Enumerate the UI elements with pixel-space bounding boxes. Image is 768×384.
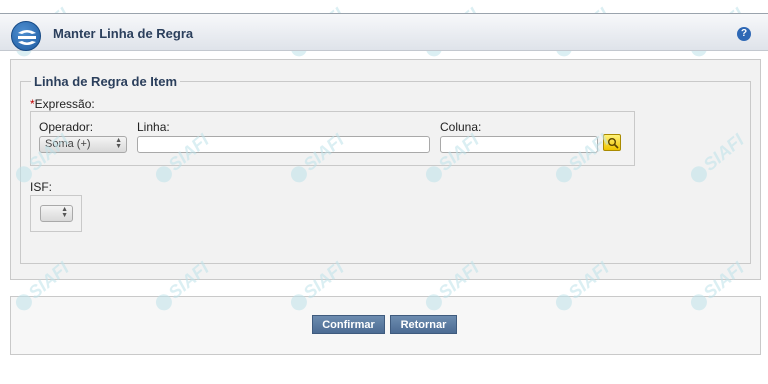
select-arrows-icon: ▲ ▼ xyxy=(61,206,68,219)
isf-select[interactable]: ▲ ▼ xyxy=(40,205,73,222)
search-icon[interactable] xyxy=(603,134,621,151)
help-icon[interactable]: ? xyxy=(737,27,751,41)
operator-select[interactable]: Soma (+) ▲ ▼ xyxy=(39,136,127,153)
siafi-logo-icon xyxy=(11,21,41,51)
operator-label: Operador: xyxy=(39,120,94,134)
line-input[interactable] xyxy=(137,136,430,153)
page-header: Manter Linha de Regra ? xyxy=(0,13,768,51)
expression-box: Operador: Soma (+) ▲ ▼ Linha: Coluna: xyxy=(30,111,635,166)
rule-line-fieldset: Linha de Regra de Item xyxy=(20,74,751,264)
line-label: Linha: xyxy=(137,120,170,134)
form-panel: Linha de Regra de Item *Expressão: Opera… xyxy=(10,59,761,280)
expression-label: *Expressão: xyxy=(30,97,95,111)
return-button[interactable]: Retornar xyxy=(390,315,457,334)
page-title: Manter Linha de Regra xyxy=(53,26,194,41)
page: SIAFI SIAFI SIAFI SIAFI SIAFI Manter Lin… xyxy=(0,0,768,384)
confirm-button[interactable]: Confirmar xyxy=(312,315,385,334)
isf-box: ▲ ▼ xyxy=(30,195,82,232)
fieldset-legend: Linha de Regra de Item xyxy=(31,74,181,89)
column-input[interactable] xyxy=(440,136,598,153)
action-bar: Confirmar Retornar xyxy=(10,296,761,355)
operator-value: Soma (+) xyxy=(45,138,91,150)
select-arrows-icon: ▲ ▼ xyxy=(115,137,122,150)
column-label: Coluna: xyxy=(440,120,482,134)
isf-label: ISF: xyxy=(30,180,53,194)
